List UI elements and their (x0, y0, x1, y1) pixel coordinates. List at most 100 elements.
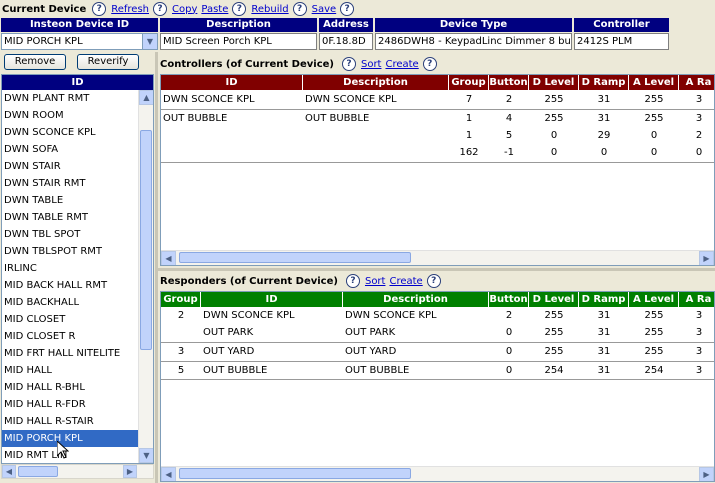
help-icon[interactable]: ? (153, 2, 167, 16)
help-icon[interactable]: ? (345, 274, 360, 288)
responders-cell[interactable]: 255 (631, 343, 677, 360)
controllers-cell[interactable]: 255 (631, 91, 677, 108)
controllers-cell[interactable]: DWN SCONCE KPL (163, 91, 301, 108)
scroll-right-button[interactable]: ▶ (699, 251, 714, 265)
controllers-cell[interactable]: OUT BUBBLE (305, 110, 447, 127)
device-list-hscrollbar[interactable]: ◀ ▶ (1, 464, 154, 479)
controllers-col-header[interactable]: A Ra (679, 75, 714, 90)
responders-cell[interactable]: 31 (581, 343, 627, 360)
responders-cell[interactable]: 3 (163, 343, 199, 360)
hscroll-thumb[interactable] (179, 468, 411, 479)
help-icon[interactable]: ? (422, 57, 437, 71)
controllers-cell[interactable] (163, 144, 301, 161)
responders-cell[interactable]: 31 (581, 307, 627, 324)
responders-cell[interactable]: 254 (531, 362, 577, 379)
responders-sort-link[interactable]: Sort (365, 276, 386, 287)
controllers-cell[interactable]: 3 (681, 91, 714, 108)
help-icon[interactable]: ? (341, 57, 356, 71)
controllers-cell[interactable]: 0 (681, 144, 714, 161)
controllers-cell[interactable]: 31 (581, 91, 627, 108)
list-item[interactable]: DWN STAIR (2, 158, 153, 175)
rebuild-link[interactable]: Rebuild (251, 4, 288, 15)
controllers-cell[interactable]: -1 (491, 144, 527, 161)
responders-cell[interactable]: 254 (631, 362, 677, 379)
remove-button[interactable]: Remove (4, 54, 66, 70)
controllers-cell[interactable]: 162 (451, 144, 487, 161)
controllers-col-header[interactable]: ID (161, 75, 303, 90)
description-field[interactable]: MID Screen Porch KPL (160, 33, 317, 50)
help-icon[interactable]: ? (426, 274, 441, 288)
scroll-right-button[interactable]: ▶ (699, 467, 714, 481)
controllers-col-header[interactable]: D Level (529, 75, 579, 90)
scroll-down-button[interactable]: ▼ (139, 448, 153, 463)
scroll-left-button[interactable]: ◀ (161, 467, 176, 481)
responders-cell[interactable]: 0 (491, 324, 527, 341)
controllers-col-header[interactable]: A Level (629, 75, 679, 90)
responders-cell[interactable]: DWN SCONCE KPL (345, 307, 487, 324)
controllers-cell[interactable]: 4 (491, 110, 527, 127)
list-item[interactable]: MID FRT HALL NITELITE (2, 345, 153, 362)
responders-cell[interactable]: 3 (681, 324, 714, 341)
list-item[interactable]: DWN TABLE (2, 192, 153, 209)
controllers-create-link[interactable]: Create (385, 59, 418, 70)
responders-col-header[interactable]: ID (201, 292, 343, 307)
help-icon[interactable]: ? (92, 2, 107, 16)
list-item[interactable]: MID HALL R-STAIR (2, 413, 153, 430)
scroll-right-button[interactable]: ▶ (123, 465, 137, 478)
controllers-cell[interactable]: 1 (451, 110, 487, 127)
list-item[interactable]: DWN TABLE RMT (2, 209, 153, 226)
list-item[interactable]: MID RMT LIN (2, 447, 153, 463)
responders-col-header[interactable]: A Level (629, 292, 679, 307)
controllers-col-header[interactable]: Group (449, 75, 489, 90)
controllers-cell[interactable]: 5 (491, 127, 527, 144)
responders-cell[interactable] (163, 324, 199, 341)
list-item[interactable]: MID CLOSET (2, 311, 153, 328)
responders-col-header[interactable]: Group (161, 292, 201, 307)
responders-cell[interactable]: OUT BUBBLE (203, 362, 341, 379)
controllers-col-header[interactable]: Description (303, 75, 449, 90)
list-item[interactable]: DWN TBL SPOT (2, 226, 153, 243)
responders-cell[interactable]: 0 (491, 343, 527, 360)
responders-col-header[interactable]: D Ramp (579, 292, 629, 307)
list-item[interactable]: DWN ROOM (2, 107, 153, 124)
responders-col-header[interactable]: Button (489, 292, 529, 307)
responders-col-header[interactable]: Description (343, 292, 489, 307)
controllers-cell[interactable]: 2 (681, 127, 714, 144)
controllers-cell[interactable]: 1 (451, 127, 487, 144)
controllers-cell[interactable]: 255 (531, 91, 577, 108)
hscroll-thumb[interactable] (179, 252, 411, 263)
help-icon[interactable]: ? (232, 2, 247, 16)
controllers-cell[interactable]: 29 (581, 127, 627, 144)
device-list[interactable]: ID DWN PLANT RMT DWN ROOM DWN SCONCE KPL DW… (1, 74, 154, 464)
responders-cell[interactable]: 255 (631, 324, 677, 341)
controllers-cell[interactable]: 0 (631, 127, 677, 144)
list-item[interactable]: MID BACK HALL RMT (2, 277, 153, 294)
responders-cell[interactable]: 3 (681, 307, 714, 324)
controllers-cell[interactable]: 3 (681, 110, 714, 127)
controllers-col-header[interactable]: Button (489, 75, 529, 90)
copy-link[interactable]: Copy (172, 4, 197, 15)
list-item[interactable]: MID PORCH KPL (2, 430, 153, 447)
controllers-cell[interactable] (163, 127, 301, 144)
responders-cell[interactable]: 31 (581, 362, 627, 379)
responders-cell[interactable]: 2 (163, 307, 199, 324)
controllers-cell[interactable]: 7 (451, 91, 487, 108)
responders-col-header[interactable]: A Ra (679, 292, 714, 307)
reverify-button[interactable]: Reverify (77, 54, 139, 70)
device-list-scrollbar[interactable]: ▲ ▼ (138, 90, 153, 463)
controllers-cell[interactable]: DWN SCONCE KPL (305, 91, 447, 108)
list-item[interactable]: DWN STAIR RMT (2, 175, 153, 192)
responders-cell[interactable]: 255 (531, 343, 577, 360)
responders-cell[interactable]: 2 (491, 307, 527, 324)
list-item[interactable]: MID HALL (2, 362, 153, 379)
responders-cell[interactable]: DWN SCONCE KPL (203, 307, 341, 324)
list-item[interactable]: DWN PLANT RMT (2, 90, 153, 107)
controllers-cell[interactable]: 0 (531, 127, 577, 144)
list-item[interactable]: DWN SCONCE KPL (2, 124, 153, 141)
responders-cell[interactable]: 3 (681, 362, 714, 379)
help-icon[interactable]: ? (292, 2, 307, 16)
responders-cell[interactable]: OUT PARK (345, 324, 487, 341)
list-item[interactable]: DWN TBLSPOT RMT (2, 243, 153, 260)
controllers-cell[interactable]: 0 (631, 144, 677, 161)
controllers-sort-link[interactable]: Sort (361, 59, 382, 70)
